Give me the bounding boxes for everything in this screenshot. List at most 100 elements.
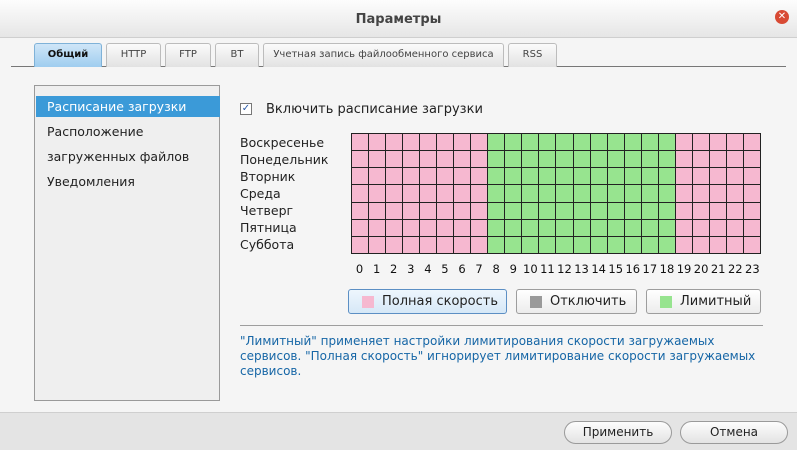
schedule-cell[interactable] bbox=[488, 134, 506, 152]
schedule-cell[interactable] bbox=[403, 236, 421, 254]
schedule-cell[interactable] bbox=[488, 151, 506, 169]
schedule-cell[interactable] bbox=[590, 168, 608, 186]
schedule-cell[interactable] bbox=[403, 202, 421, 220]
schedule-cell[interactable] bbox=[709, 202, 727, 220]
schedule-cell[interactable] bbox=[505, 151, 523, 169]
schedule-cell[interactable] bbox=[505, 185, 523, 203]
schedule-cell[interactable] bbox=[658, 151, 676, 169]
limited-button[interactable]: Лимитный bbox=[646, 289, 761, 314]
schedule-cell[interactable] bbox=[556, 202, 574, 220]
schedule-cell[interactable] bbox=[573, 202, 591, 220]
schedule-cell[interactable] bbox=[743, 134, 761, 152]
schedule-cell[interactable] bbox=[352, 236, 370, 254]
schedule-cell[interactable] bbox=[624, 236, 642, 254]
schedule-cell[interactable] bbox=[454, 185, 472, 203]
schedule-cell[interactable] bbox=[369, 202, 387, 220]
schedule-cell[interactable] bbox=[726, 185, 744, 203]
schedule-cell[interactable] bbox=[607, 168, 625, 186]
schedule-cell[interactable] bbox=[454, 202, 472, 220]
schedule-cell[interactable] bbox=[505, 202, 523, 220]
schedule-cell[interactable] bbox=[624, 134, 642, 152]
schedule-cell[interactable] bbox=[505, 236, 523, 254]
cancel-button[interactable]: Отмена bbox=[680, 421, 788, 444]
schedule-cell[interactable] bbox=[573, 236, 591, 254]
schedule-cell[interactable] bbox=[386, 185, 404, 203]
schedule-cell[interactable] bbox=[522, 151, 540, 169]
schedule-cell[interactable] bbox=[726, 134, 744, 152]
schedule-cell[interactable] bbox=[658, 168, 676, 186]
schedule-cell[interactable] bbox=[454, 168, 472, 186]
schedule-cell[interactable] bbox=[590, 202, 608, 220]
schedule-cell[interactable] bbox=[403, 151, 421, 169]
schedule-cell[interactable] bbox=[539, 151, 557, 169]
schedule-cell[interactable] bbox=[522, 134, 540, 152]
schedule-cell[interactable] bbox=[522, 219, 540, 237]
schedule-cell[interactable] bbox=[709, 236, 727, 254]
schedule-cell[interactable] bbox=[641, 134, 659, 152]
schedule-cell[interactable] bbox=[471, 236, 489, 254]
schedule-cell[interactable] bbox=[352, 185, 370, 203]
schedule-cell[interactable] bbox=[522, 236, 540, 254]
schedule-cell[interactable] bbox=[607, 202, 625, 220]
schedule-cell[interactable] bbox=[403, 134, 421, 152]
disable-button[interactable]: Отключить bbox=[516, 289, 637, 314]
close-icon[interactable]: ✕ bbox=[775, 10, 789, 24]
schedule-cell[interactable] bbox=[556, 236, 574, 254]
schedule-cell[interactable] bbox=[692, 219, 710, 237]
schedule-cell[interactable] bbox=[641, 236, 659, 254]
schedule-cell[interactable] bbox=[624, 151, 642, 169]
tab-ftp[interactable]: FTP bbox=[165, 43, 211, 67]
schedule-cell[interactable] bbox=[709, 151, 727, 169]
schedule-cell[interactable] bbox=[573, 134, 591, 152]
schedule-cell[interactable] bbox=[709, 185, 727, 203]
schedule-cell[interactable] bbox=[590, 151, 608, 169]
schedule-cell[interactable] bbox=[437, 151, 455, 169]
schedule-cell[interactable] bbox=[369, 185, 387, 203]
schedule-cell[interactable] bbox=[641, 185, 659, 203]
schedule-cell[interactable] bbox=[675, 151, 693, 169]
schedule-cell[interactable] bbox=[386, 134, 404, 152]
schedule-cell[interactable] bbox=[420, 236, 438, 254]
schedule-cell[interactable] bbox=[709, 134, 727, 152]
schedule-cell[interactable] bbox=[573, 219, 591, 237]
schedule-cell[interactable] bbox=[641, 151, 659, 169]
schedule-cell[interactable] bbox=[658, 134, 676, 152]
schedule-cell[interactable] bbox=[420, 202, 438, 220]
schedule-cell[interactable] bbox=[471, 202, 489, 220]
schedule-cell[interactable] bbox=[352, 219, 370, 237]
schedule-cell[interactable] bbox=[539, 202, 557, 220]
tab-rss[interactable]: RSS bbox=[508, 43, 557, 67]
schedule-cell[interactable] bbox=[590, 185, 608, 203]
schedule-cell[interactable] bbox=[675, 202, 693, 220]
schedule-cell[interactable] bbox=[369, 168, 387, 186]
schedule-cell[interactable] bbox=[624, 168, 642, 186]
schedule-cell[interactable] bbox=[352, 168, 370, 186]
schedule-cell[interactable] bbox=[624, 202, 642, 220]
schedule-cell[interactable] bbox=[573, 185, 591, 203]
schedule-cell[interactable] bbox=[709, 219, 727, 237]
schedule-cell[interactable] bbox=[488, 236, 506, 254]
tab-general[interactable]: Общий bbox=[34, 43, 102, 67]
schedule-cell[interactable] bbox=[488, 168, 506, 186]
schedule-cell[interactable] bbox=[420, 185, 438, 203]
schedule-cell[interactable] bbox=[369, 134, 387, 152]
sidebar-item-notifications[interactable]: Уведомления bbox=[47, 174, 135, 189]
schedule-cell[interactable] bbox=[403, 185, 421, 203]
schedule-cell[interactable] bbox=[352, 134, 370, 152]
schedule-cell[interactable] bbox=[386, 151, 404, 169]
schedule-cell[interactable] bbox=[709, 168, 727, 186]
schedule-cell[interactable] bbox=[437, 219, 455, 237]
apply-button[interactable]: Применить bbox=[564, 421, 672, 444]
schedule-cell[interactable] bbox=[573, 168, 591, 186]
schedule-cell[interactable] bbox=[454, 236, 472, 254]
schedule-cell[interactable] bbox=[488, 202, 506, 220]
schedule-cell[interactable] bbox=[420, 219, 438, 237]
schedule-cell[interactable] bbox=[437, 202, 455, 220]
schedule-cell[interactable] bbox=[675, 168, 693, 186]
schedule-cell[interactable] bbox=[539, 134, 557, 152]
schedule-cell[interactable] bbox=[539, 236, 557, 254]
schedule-cell[interactable] bbox=[556, 185, 574, 203]
schedule-cell[interactable] bbox=[692, 134, 710, 152]
schedule-cell[interactable] bbox=[488, 185, 506, 203]
tab-bt[interactable]: BT bbox=[215, 43, 259, 67]
